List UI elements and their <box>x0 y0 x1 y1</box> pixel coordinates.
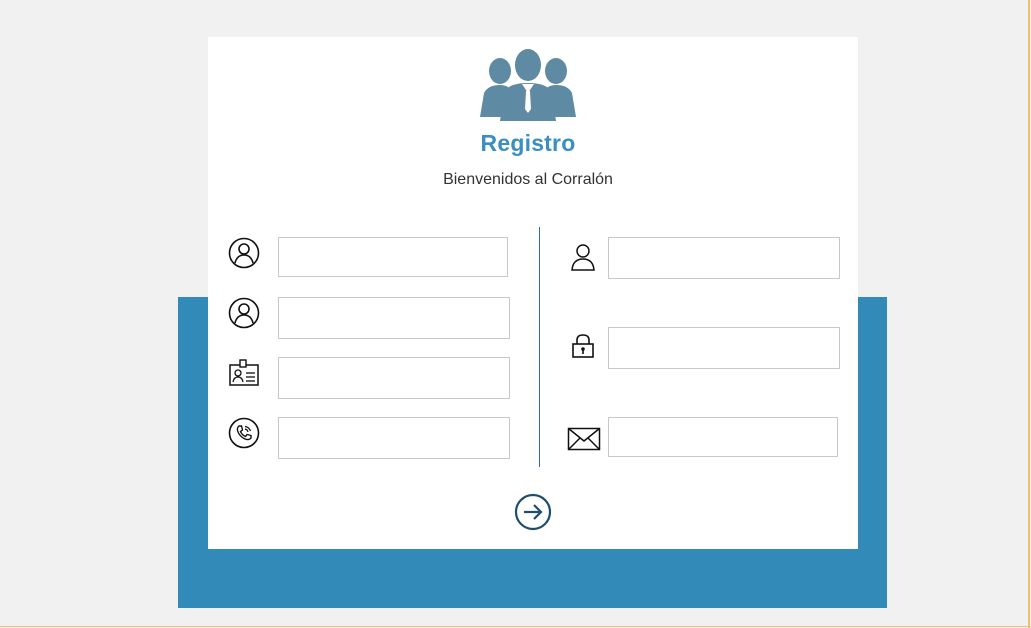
email-field-input[interactable] <box>608 417 838 457</box>
phone-field-input[interactable] <box>278 417 510 459</box>
id-card-icon <box>229 359 259 386</box>
registration-card: Registro Bienvenidos al Corralón <box>208 37 858 549</box>
user-circle-icon <box>228 237 260 269</box>
column-divider <box>539 227 540 467</box>
arrow-right-circle-icon[interactable] <box>514 493 552 531</box>
page-subtitle: Bienvenidos al Corralón <box>443 171 613 188</box>
envelope-icon <box>567 427 601 451</box>
phone-icon <box>228 417 260 449</box>
username-field-input[interactable] <box>608 237 840 279</box>
page-title: Registro <box>480 130 576 156</box>
user-icon <box>571 244 595 271</box>
lock-icon <box>572 334 594 358</box>
second-field-input[interactable] <box>278 297 510 339</box>
group-users-icon <box>480 49 576 121</box>
window-border-right <box>1028 0 1030 628</box>
id-field-input[interactable] <box>278 357 510 399</box>
first-field-input[interactable] <box>278 237 508 277</box>
user-circle-icon <box>228 297 260 329</box>
window-border-bottom <box>0 626 1031 627</box>
password-field-input[interactable] <box>608 327 840 369</box>
